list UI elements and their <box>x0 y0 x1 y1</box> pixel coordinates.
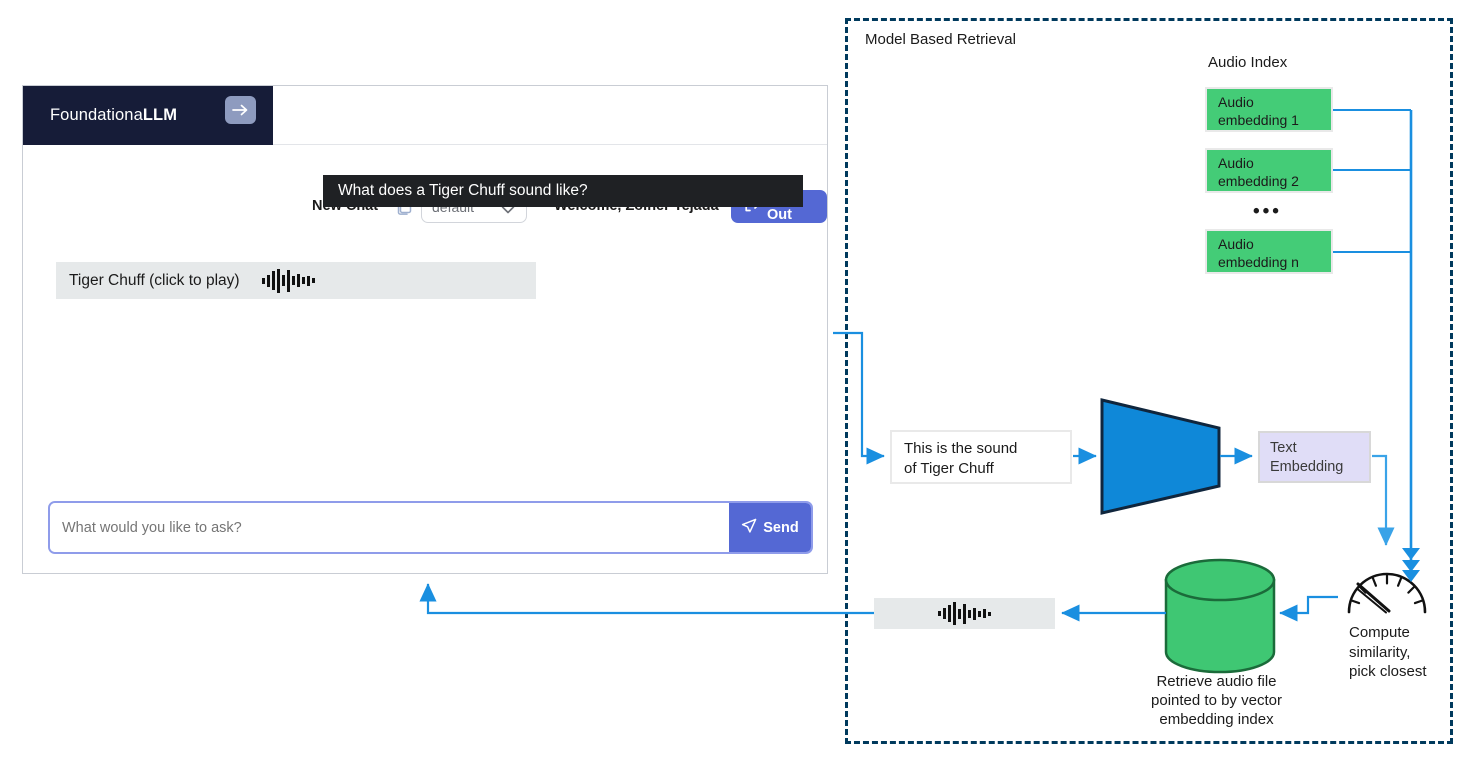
brand-prefix: Foundationa <box>50 106 143 124</box>
send-label: Send <box>763 519 799 536</box>
audio-embedding-n: Audio embedding n <box>1205 229 1333 274</box>
message-user-text: What does a Tiger Chuff sound like? <box>338 182 588 199</box>
audio-embedding-1: Audio embedding 1 <box>1205 87 1333 132</box>
prompt-text-box: This is the sound of Tiger Chuff <box>890 430 1072 484</box>
retrieve-caption: Retrieve audio file pointed to by vector… <box>1151 673 1282 729</box>
chat-input-row[interactable]: Send <box>48 501 813 554</box>
returned-audio-box <box>874 598 1055 629</box>
audio-index-label: Audio Index <box>1208 54 1288 71</box>
send-button[interactable]: Send <box>729 503 811 552</box>
ellipsis-label: ••• <box>1253 201 1282 222</box>
chat-application-window: FoundationaLLM New Chat default <box>22 85 828 574</box>
chat-header: FoundationaLLM New Chat default <box>23 86 827 223</box>
app-logo: FoundationaLLM <box>50 106 177 125</box>
message-assistant-audio[interactable]: Tiger Chuff (click to play) <box>56 262 536 299</box>
brand-bar: FoundationaLLM <box>23 86 273 145</box>
audio-waveform-icon <box>938 601 991 627</box>
brand-suffix: LLM <box>142 106 178 124</box>
message-user: What does a Tiger Chuff sound like? <box>323 175 803 207</box>
arrow-right-icon <box>232 103 249 117</box>
audio-waveform-icon[interactable] <box>261 268 315 294</box>
message-assistant-text: Tiger Chuff (click to play) <box>69 271 240 289</box>
send-paper-plane-icon <box>741 518 757 538</box>
compute-caption: Compute similarity, pick closest <box>1349 624 1427 680</box>
screenshot-root: FoundationaLLM New Chat default <box>0 0 1469 767</box>
audio-embedding-2: Audio embedding 2 <box>1205 148 1333 193</box>
connector-waveform-to-chat <box>419 583 874 615</box>
sidebar-collapse-button[interactable] <box>225 96 256 124</box>
text-embedding-box: Text Embedding <box>1258 431 1371 483</box>
chat-input[interactable] <box>50 503 729 552</box>
diagram-title: Model Based Retrieval <box>865 31 1016 48</box>
